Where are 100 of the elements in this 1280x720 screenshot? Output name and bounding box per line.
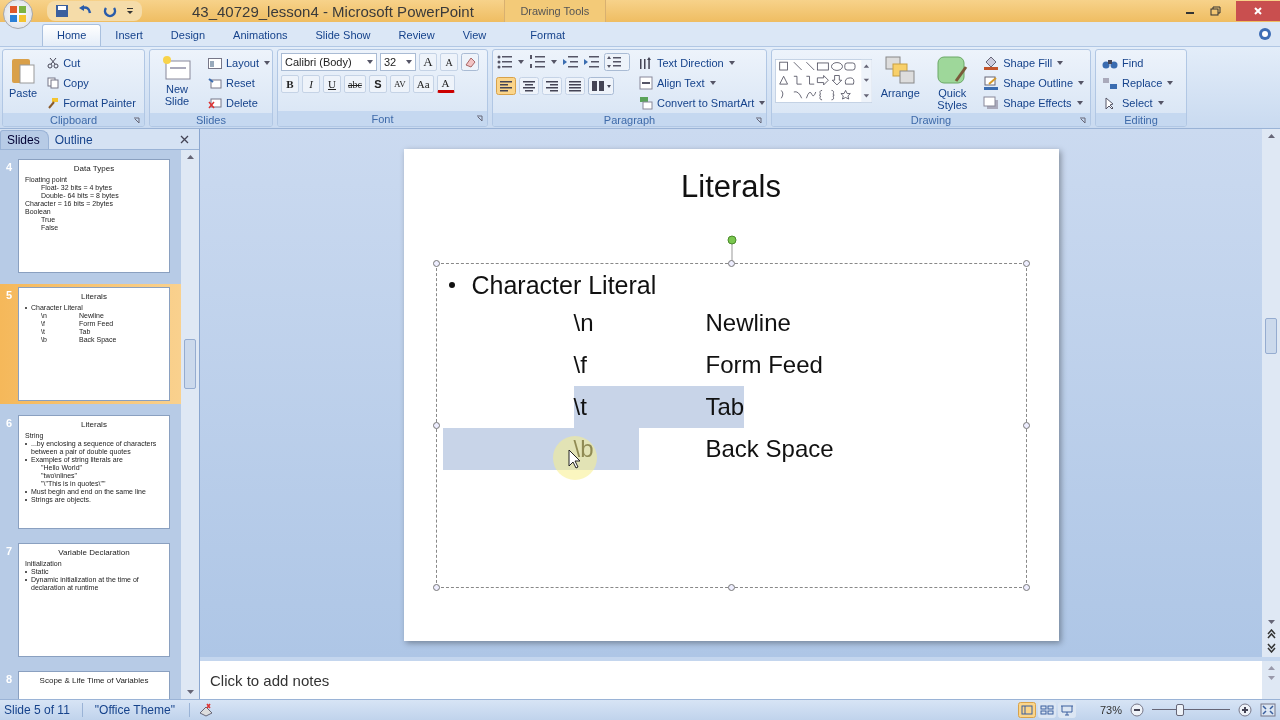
font-name-field[interactable]: Calibri (Body): [281, 53, 377, 71]
format-button[interactable]: I: [302, 75, 320, 93]
resize-handle[interactable]: [1022, 584, 1030, 591]
customize-icon[interactable]: [126, 6, 134, 16]
ribbon-tab[interactable]: Animations: [219, 25, 302, 46]
layout-button[interactable]: Layout: [205, 53, 272, 73]
scroll-up-icon[interactable]: [1266, 133, 1276, 139]
ribbon-tab[interactable]: Format: [512, 25, 584, 46]
new-slide-button[interactable]: New Slide: [153, 53, 201, 109]
alignment-icon[interactable]: [496, 77, 516, 95]
reset-button[interactable]: Reset: [205, 73, 272, 93]
increase-indent-icon[interactable]: [583, 54, 601, 70]
resize-handle[interactable]: [432, 422, 440, 429]
convert-to-smartart-button[interactable]: Convert to SmartArt: [636, 93, 766, 113]
scrollbar[interactable]: [1262, 129, 1280, 657]
resize-handle[interactable]: [432, 584, 440, 591]
format-button[interactable]: Aa: [412, 75, 434, 93]
cut-button[interactable]: Cut: [44, 53, 139, 73]
format-button[interactable]: B: [281, 75, 299, 93]
caret-icon: [264, 61, 271, 65]
help-icon[interactable]: [1258, 27, 1272, 41]
spelling-check-icon[interactable]: [197, 703, 214, 717]
office-logo-icon: [7, 3, 29, 25]
quick-styles-button[interactable]: Quick Styles: [928, 53, 977, 113]
ribbon-tab[interactable]: Insert: [101, 25, 157, 46]
resize-handle[interactable]: [432, 260, 440, 267]
replace-button[interactable]: Replace: [1099, 73, 1177, 93]
resize-handle[interactable]: [1022, 260, 1030, 267]
ribbon-tab[interactable]: View: [448, 25, 501, 46]
format-painter-button[interactable]: Format Painter: [44, 93, 139, 113]
slide-thumbnail[interactable]: Scope & Life Time of Variables: [18, 671, 170, 699]
scroll-up-icon[interactable]: [185, 154, 195, 160]
slide-thumbnail[interactable]: [18, 415, 170, 529]
dialog-launcher-icon[interactable]: [755, 117, 762, 124]
normal-view-icon[interactable]: [1017, 702, 1036, 718]
escape-meaning: Newline: [704, 308, 791, 338]
arrange-button[interactable]: Arrange: [876, 53, 925, 101]
previous-slide-icon[interactable]: [1266, 629, 1276, 639]
decrease-indent-icon[interactable]: [562, 54, 580, 70]
alignment-icon[interactable]: [519, 77, 539, 95]
zoom-in-icon[interactable]: [1238, 703, 1252, 717]
fit-to-window-icon[interactable]: [1260, 703, 1276, 717]
alignment-icon[interactable]: [565, 77, 585, 95]
align-text-button[interactable]: Align Text: [636, 73, 766, 93]
format-button[interactable]: A: [436, 75, 455, 93]
scrollbar-thumb[interactable]: [1265, 318, 1277, 354]
group-label: Paragraph: [603, 113, 656, 126]
text-direction-button[interactable]: Text Direction: [636, 53, 766, 73]
dialog-launcher-icon[interactable]: [1079, 117, 1086, 124]
align-text-icon: [639, 76, 653, 90]
zoom-level[interactable]: 73%: [1099, 704, 1122, 716]
copy-button[interactable]: Copy: [44, 73, 139, 93]
scroll-down-icon[interactable]: [1266, 619, 1276, 625]
ribbon-tab[interactable]: Design: [156, 25, 220, 46]
shape-effects-button[interactable]: Shape Effects: [980, 93, 1087, 113]
find-button[interactable]: Find: [1099, 53, 1177, 73]
zoom-slider-thumb[interactable]: [1176, 704, 1185, 716]
pane-tab[interactable]: Outline: [48, 131, 101, 149]
delete-button[interactable]: Delete: [205, 93, 272, 113]
save-icon[interactable]: [55, 4, 69, 18]
paste-button[interactable]: Paste: [6, 53, 41, 101]
columns-icon[interactable]: [588, 77, 614, 95]
next-slide-icon[interactable]: [1266, 643, 1276, 653]
close-button[interactable]: [1236, 1, 1280, 21]
alignment-icon[interactable]: [542, 77, 562, 95]
bullets-icon[interactable]: [496, 54, 526, 70]
dialog-launcher-icon[interactable]: [476, 115, 483, 122]
slide-show-icon[interactable]: [1057, 702, 1076, 718]
scrollbar[interactable]: [181, 150, 199, 699]
format-button[interactable]: S: [368, 75, 387, 93]
thumbnail-row[interactable]: 8 Scope & Life Time of Variables: [0, 668, 181, 699]
slide-sorter-icon[interactable]: [1037, 702, 1056, 718]
pane-tab[interactable]: Slides: [0, 130, 49, 149]
ribbon-tab[interactable]: Slide Show: [301, 25, 385, 46]
clear-formatting-icon[interactable]: [461, 53, 479, 71]
thumbnail-title: Scope & Life Time of Variables: [38, 676, 150, 685]
shrink-font-button[interactable]: A: [440, 53, 458, 71]
escape-meaning: Tab: [638, 386, 745, 428]
format-button[interactable]: U: [323, 75, 341, 93]
resize-handle[interactable]: [727, 260, 735, 267]
resize-handle[interactable]: [1022, 422, 1030, 429]
restore-icon[interactable]: [1210, 6, 1222, 16]
close-icon[interactable]: [180, 135, 189, 144]
scrollbar-thumb[interactable]: [184, 339, 196, 389]
ribbon-tab[interactable]: Review: [384, 25, 449, 46]
scroll-down-icon[interactable]: [185, 689, 195, 695]
shape-outline-button[interactable]: Shape Outline: [980, 73, 1087, 93]
resize-handle[interactable]: [727, 584, 735, 591]
ribbon-tab[interactable]: Home: [42, 24, 102, 46]
numbering-icon[interactable]: [529, 54, 559, 70]
format-button[interactable]: AV: [389, 75, 410, 93]
line-spacing-icon[interactable]: [604, 53, 630, 71]
rotation-handle[interactable]: [726, 235, 737, 263]
select-button[interactable]: Select: [1099, 93, 1177, 113]
zoom-out-icon[interactable]: [1130, 703, 1144, 717]
dialog-launcher-icon[interactable]: [133, 117, 140, 124]
shape-fill-button[interactable]: Shape Fill: [980, 53, 1087, 73]
format-button[interactable]: abc: [344, 75, 366, 93]
grow-font-button[interactable]: A: [419, 53, 437, 71]
font-size-field[interactable]: 32: [380, 53, 416, 71]
